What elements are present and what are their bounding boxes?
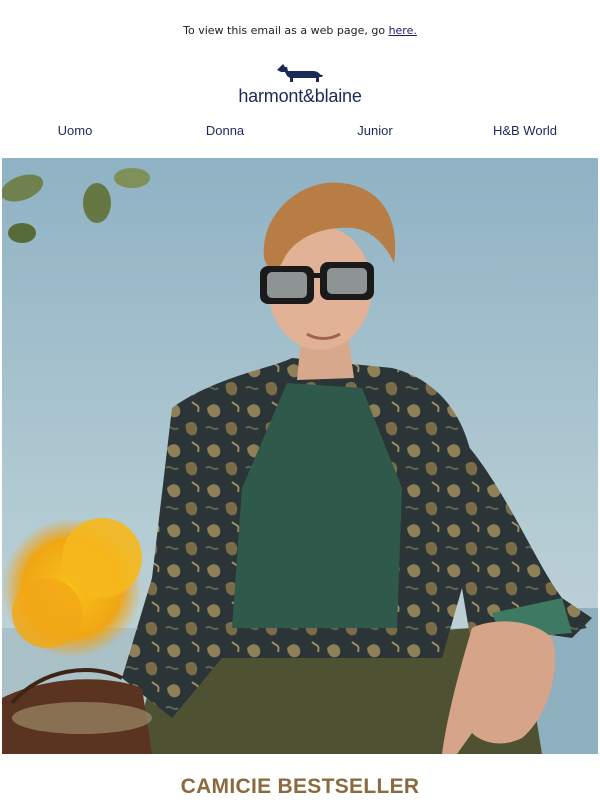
preheader: To view this email as a web page, go her…	[0, 24, 600, 37]
nav-item-uomo[interactable]: Uomo	[3, 123, 147, 138]
hero-photo[interactable]	[2, 158, 598, 754]
section-title: CAMICIE BESTSELLER	[180, 775, 420, 798]
brand-name: harmont&blaine	[238, 86, 362, 106]
hero-illustration	[2, 158, 598, 754]
main-nav: Uomo Donna Junior H&B World	[0, 123, 600, 138]
dachshund-icon	[277, 64, 323, 82]
preheader-text: To view this email as a web page, go	[183, 24, 389, 37]
nav-item-hb-world[interactable]: H&B World	[453, 123, 597, 138]
web-view-link[interactable]: here.	[389, 24, 417, 37]
brand-logo[interactable]: harmont&blaine	[0, 62, 600, 107]
nav-item-junior[interactable]: Junior	[303, 123, 447, 138]
nav-item-donna[interactable]: Donna	[153, 123, 297, 138]
